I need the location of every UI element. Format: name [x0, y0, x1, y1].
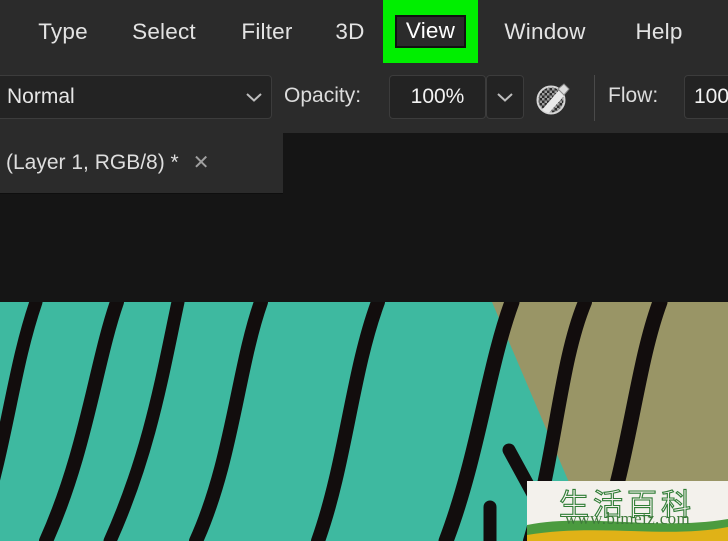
menu-item-select-label: Select: [132, 18, 196, 44]
watermark-url: www.bimeiz.com: [564, 509, 691, 528]
watermark: 生活百科 www.bimeiz.com: [527, 481, 728, 541]
document-tab-title: (Layer 1, RGB/8) *: [6, 151, 179, 174]
menu-item-type-label: Type: [38, 18, 88, 44]
opacity-label: Opacity:: [284, 84, 362, 107]
document-tab-strip: (Layer 1, RGB/8) * ✕: [0, 133, 728, 195]
menu-item-filter[interactable]: Filter: [234, 0, 300, 63]
chevron-down-icon: [237, 91, 271, 103]
opacity-input[interactable]: 100%: [389, 75, 486, 119]
menu-item-window[interactable]: Window: [492, 0, 598, 63]
photoshop-window: Type Select Filter 3D View Window Help N…: [0, 0, 728, 541]
opacity-dropdown-button[interactable]: [486, 75, 524, 119]
airbrush-pressure-icon[interactable]: [530, 77, 576, 119]
flow-input[interactable]: 100: [684, 75, 728, 119]
toolbar-separator: [594, 75, 595, 121]
menu-item-view-label: View: [394, 14, 467, 49]
menu-item-3d[interactable]: 3D: [331, 0, 369, 63]
menu-item-filter-label: Filter: [241, 18, 293, 44]
blend-mode-value: Normal: [7, 85, 75, 108]
menu-item-help[interactable]: Help: [628, 0, 690, 63]
menu-item-view[interactable]: View: [383, 0, 478, 63]
menu-item-3d-label: 3D: [335, 18, 365, 44]
chevron-down-icon: [487, 91, 523, 103]
menu-item-help-label: Help: [635, 18, 683, 44]
flow-label: Flow:: [608, 84, 659, 107]
close-icon[interactable]: ✕: [193, 153, 210, 173]
menu-item-window-label: Window: [504, 18, 586, 44]
menu-item-type[interactable]: Type: [33, 0, 93, 63]
menu-item-select[interactable]: Select: [126, 0, 202, 63]
menu-bar: Type Select Filter 3D View Window Help: [0, 0, 728, 64]
blend-mode-select[interactable]: Normal: [0, 75, 272, 119]
document-tab[interactable]: (Layer 1, RGB/8) * ✕: [0, 133, 283, 194]
tool-options-bar: Normal Opacity: 100% Flow: 100: [0, 63, 728, 134]
